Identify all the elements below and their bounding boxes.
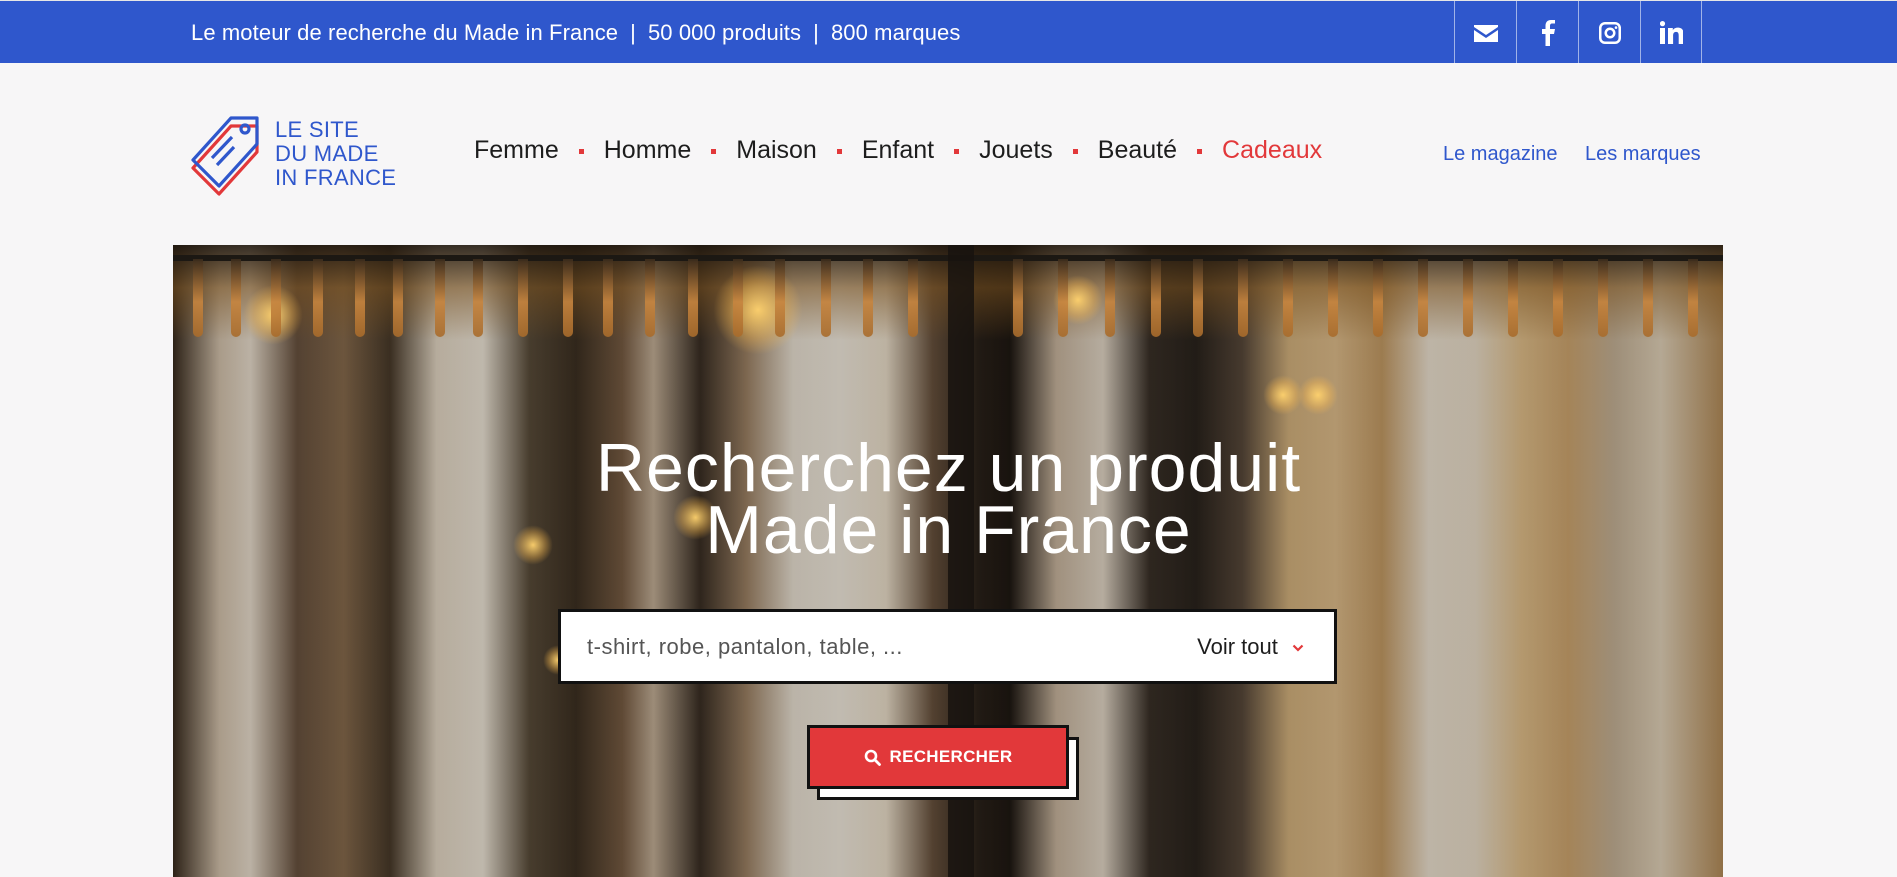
logo-line: IN FRANCE [275,165,397,190]
hanger [1643,259,1653,337]
top-bar: Le moteur de recherche du Made in France… [0,0,1897,64]
category-select-value: Voir tout [1197,634,1278,659]
hanger [1283,259,1293,337]
instagram-icon [1598,21,1621,44]
hanger [435,259,445,337]
hanger [1105,259,1115,337]
hanger [1238,259,1248,337]
hanger [1058,259,1068,337]
hanger [1463,259,1473,337]
separator: | [630,20,636,45]
nav-separator [836,149,842,154]
chevron-down-icon [1292,644,1304,652]
hanger [1328,259,1338,337]
nav-separator [1072,149,1078,154]
hero-title-line: Made in France [705,492,1192,568]
hanger [1373,259,1383,337]
tagline-text: Le moteur de recherche du Made in France [191,20,619,45]
magazine-link[interactable]: Le magazine [1443,143,1558,166]
hanger [733,259,743,337]
hanger [688,259,698,337]
facebook-link[interactable] [1516,1,1578,64]
hero-title: Recherchez un produit Made in France [0,430,1897,568]
nav-separator [1197,149,1203,154]
hanger [313,259,323,337]
search-input[interactable] [587,612,1107,681]
hanger [1598,259,1608,337]
brands-link[interactable]: Les marques [1585,143,1701,166]
facebook-icon [1541,19,1555,46]
category-select[interactable]: Voir tout [1197,634,1304,660]
light-glow [1263,375,1303,415]
hanger [1418,259,1428,337]
nav-item-cadeaux[interactable]: Cadeaux [1222,136,1322,165]
hanger [908,259,918,337]
email-link[interactable] [1454,1,1516,64]
nav-item-maison[interactable]: Maison [736,136,817,165]
hanger [1193,259,1203,337]
nav-item-homme[interactable]: Homme [604,136,692,165]
hanger [775,259,785,337]
instagram-link[interactable] [1578,1,1640,64]
hanger [863,259,873,337]
hanger [1013,259,1023,337]
light-glow [1298,375,1338,415]
logo-line: LE SITE [275,117,360,142]
site-logo[interactable]: LE SITE DU MADE IN FRANCE [190,112,420,197]
search-box: Voir tout [558,609,1337,684]
hero-title-line: Recherchez un produit [595,430,1302,506]
linkedin-link[interactable] [1640,1,1702,64]
tag-logo-icon [191,116,259,196]
hanger [393,259,403,337]
search-button-label: RECHERCHER [889,747,1013,766]
hanger [193,259,203,337]
product-count: 50 000 produits [647,20,802,45]
nav-item-beaute[interactable]: Beauté [1098,136,1177,165]
hanger [231,259,241,337]
nav-item-femme[interactable]: Femme [474,136,559,165]
nav-separator [578,149,584,154]
hanger [1508,259,1518,337]
hanger [645,259,655,337]
search-button[interactable]: RECHERCHER [807,725,1069,789]
search-icon [864,749,881,766]
nav-separator [711,149,717,154]
hanger [603,259,613,337]
envelope-icon [1473,24,1498,42]
hanger [473,259,483,337]
hanger [1688,259,1698,337]
hanger [563,259,573,337]
topbar-tagline: Le moteur de recherche du Made in France… [191,20,960,46]
hanger [821,259,831,337]
linkedin-icon [1659,21,1683,44]
separator: | [813,20,819,45]
hanger [271,259,281,337]
light-glow [713,265,803,355]
nav-item-jouets[interactable]: Jouets [979,136,1053,165]
logo-wordmark: LE SITE DU MADE IN FRANCE [275,118,396,190]
brand-count: 800 marques [830,20,961,45]
nav-item-enfant[interactable]: Enfant [862,136,934,165]
logo-line: DU MADE [275,141,379,166]
hanger [355,259,365,337]
hanger [1553,259,1563,337]
nav-separator [954,149,960,154]
hanger [518,259,528,337]
main-nav: Femme Homme Maison Enfant Jouets Beauté … [474,136,1322,165]
hanger [1151,259,1161,337]
